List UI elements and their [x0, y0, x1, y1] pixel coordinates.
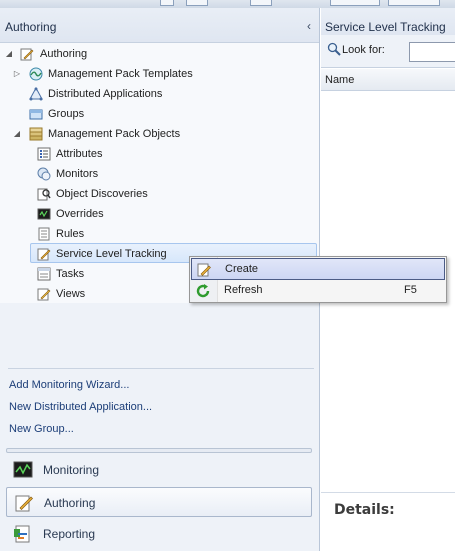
- tree-node-label: Distributed Applications: [48, 88, 163, 100]
- management-pack-objects-icon: [29, 127, 43, 141]
- service-level-tracking-icon: [37, 248, 51, 261]
- groups-icon: [29, 109, 43, 120]
- context-menu: Create Refresh F5: [189, 256, 447, 303]
- toolbar-button[interactable]: [186, 0, 208, 6]
- results-pane-header: Service Level Tracking: [321, 8, 455, 35]
- tree-node-label: Overrides: [56, 208, 104, 220]
- tree-node-management-pack-objects[interactable]: ◢ Management Pack Objects: [0, 125, 319, 143]
- reporting-icon: [14, 525, 30, 543]
- overrides-icon: [37, 208, 51, 220]
- collapse-pane-icon[interactable]: ‹: [307, 19, 311, 33]
- tree-node-label: Monitors: [56, 168, 99, 180]
- toolbar-button[interactable]: [330, 0, 380, 6]
- attributes-icon: [37, 147, 51, 161]
- create-icon: [197, 263, 211, 277]
- tasks-divider: [8, 368, 314, 369]
- tree-node-object-discoveries[interactable]: Object Discoveries: [0, 185, 319, 203]
- wunderbar-reporting[interactable]: Reporting: [6, 519, 312, 549]
- tree-node-distributed-applications[interactable]: Distributed Applications: [0, 85, 319, 103]
- rules-icon: [38, 227, 50, 241]
- expand-arrow-icon[interactable]: ▷: [12, 65, 22, 83]
- search-icon: [327, 42, 341, 56]
- tree-node-label: Attributes: [56, 148, 103, 160]
- authoring-icon: [15, 495, 33, 512]
- tree-node-label: Service Level Tracking: [56, 248, 167, 260]
- wunderbar-monitoring[interactable]: Monitoring: [6, 455, 312, 485]
- new-distributed-application-link[interactable]: New Distributed Application...: [9, 401, 152, 413]
- tree-node-label: Tasks: [56, 268, 85, 280]
- collapse-arrow-icon[interactable]: ◢: [12, 125, 22, 143]
- new-group-link[interactable]: New Group...: [9, 423, 74, 435]
- tasks-icon: [37, 267, 51, 281]
- monitoring-icon: [13, 461, 33, 478]
- tree-node-attributes[interactable]: Attributes: [0, 145, 319, 163]
- navigation-pane-header: Authoring ‹: [0, 8, 319, 43]
- navigation-pane-title: Authoring: [5, 20, 57, 34]
- views-icon: [37, 288, 51, 301]
- column-header-label: Name: [325, 74, 355, 86]
- tree-node-authoring[interactable]: ◢ Authoring: [0, 45, 319, 63]
- wunderbar-splitter[interactable]: [6, 448, 312, 453]
- context-menu-refresh[interactable]: Refresh F5: [191, 280, 445, 302]
- monitors-icon: [37, 167, 51, 181]
- tree-node-monitors[interactable]: Monitors: [0, 165, 319, 183]
- toolbar-button[interactable]: [388, 0, 440, 6]
- results-pane-title: Service Level Tracking: [325, 20, 446, 34]
- toolbar-dropdown-icon[interactable]: [250, 0, 272, 6]
- tree-node-rules[interactable]: Rules: [0, 225, 319, 243]
- wunderbar-label: Reporting: [43, 527, 96, 541]
- distributed-applications-icon: [29, 87, 43, 101]
- tree-node-label: Object Discoveries: [56, 188, 148, 200]
- context-menu-item-label: Refresh: [224, 284, 263, 296]
- look-for-label: Look for:: [342, 44, 385, 56]
- wunderbar-authoring[interactable]: Authoring: [6, 487, 312, 517]
- details-divider: [321, 492, 455, 493]
- tree-node-label: Management Pack Objects: [48, 128, 181, 140]
- wunderbar-label: Monitoring: [43, 463, 100, 477]
- collapse-arrow-icon[interactable]: ◢: [4, 45, 14, 63]
- management-pack-templates-icon: [29, 67, 43, 81]
- toolbar-strip: [0, 0, 455, 8]
- context-menu-shortcut: F5: [404, 284, 417, 296]
- tree-node-label: Authoring: [40, 48, 88, 60]
- tree-node-label: Rules: [56, 228, 85, 240]
- add-monitoring-wizard-link[interactable]: Add Monitoring Wizard...: [9, 379, 129, 391]
- tree-node-management-pack-templates[interactable]: ▷ Management Pack Templates: [0, 65, 319, 83]
- authoring-icon: [20, 48, 34, 61]
- look-for-input[interactable]: [409, 42, 455, 62]
- context-menu-item-label: Create: [225, 263, 259, 275]
- column-header-name[interactable]: Name: [321, 69, 455, 91]
- context-menu-create[interactable]: Create: [191, 258, 445, 280]
- tree-node-groups[interactable]: Groups: [0, 105, 319, 123]
- tree-node-label: Management Pack Templates: [48, 68, 193, 80]
- refresh-icon: [196, 284, 210, 298]
- tree-node-label: Views: [56, 288, 86, 300]
- tree-node-label: Groups: [48, 108, 85, 120]
- tree-node-overrides[interactable]: Overrides: [0, 205, 319, 223]
- wunderbar-label: Authoring: [44, 496, 96, 510]
- look-for-bar: Look for:: [321, 35, 455, 68]
- toolbar-dropdown-icon[interactable]: [160, 0, 174, 6]
- object-discoveries-icon: [37, 188, 51, 201]
- details-heading: Details:: [334, 502, 395, 518]
